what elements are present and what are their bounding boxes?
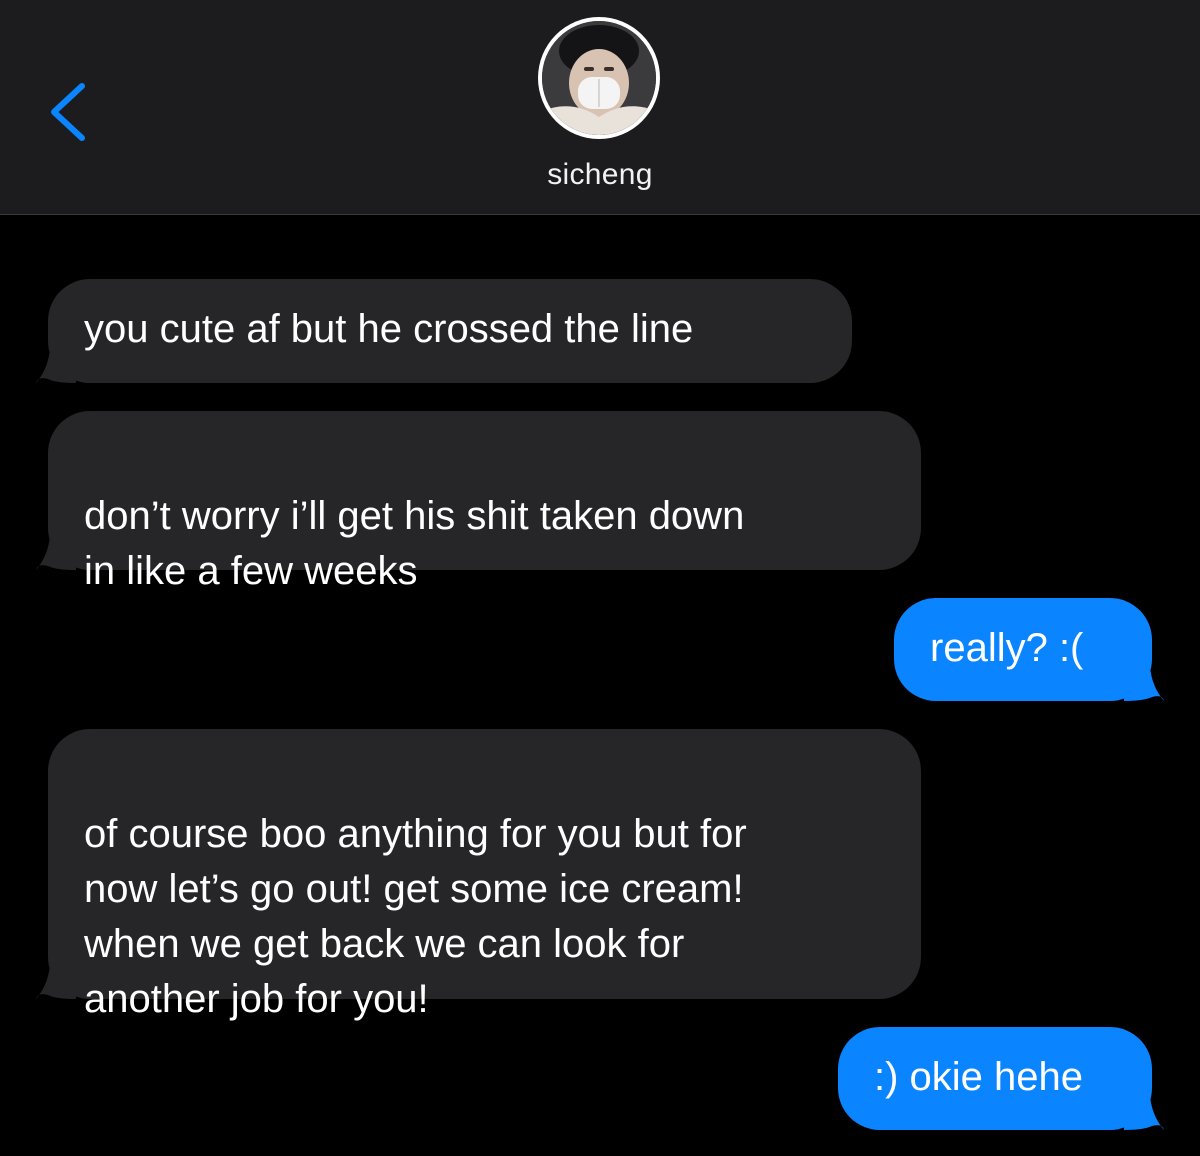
conversation-header: sicheng — [0, 0, 1200, 215]
bubble-tail — [36, 349, 76, 383]
message-bubble-received[interactable]: don’t worry i’ll get his shit taken down… — [36, 411, 921, 593]
contact-name[interactable]: sicheng — [0, 158, 1200, 192]
message-bubble-received[interactable]: of course boo anything for you but for n… — [36, 729, 921, 1021]
message-text: :) okie hehe — [874, 1055, 1084, 1099]
back-button[interactable] — [40, 72, 100, 152]
message-bubble-sent[interactable]: really? :( — [894, 598, 1164, 701]
message-text: of course boo anything for you but for n… — [84, 812, 747, 1021]
message-thread: you cute af but he crossed the line don’… — [0, 215, 1200, 1156]
message-text: don’t worry i’ll get his shit taken down… — [84, 494, 745, 593]
avatar-photo — [542, 21, 656, 135]
bubble-tail — [36, 536, 76, 570]
chevron-left-icon — [51, 83, 85, 141]
message-text: really? :( — [930, 626, 1084, 670]
message-text: you cute af but he crossed the line — [84, 307, 694, 351]
bubble-tail — [1124, 1096, 1164, 1130]
contact-avatar[interactable] — [538, 17, 660, 139]
message-bubble-received[interactable]: you cute af but he crossed the line — [36, 279, 852, 383]
message-bubble-sent[interactable]: :) okie hehe — [838, 1027, 1164, 1130]
bubble-tail — [36, 965, 76, 999]
bubble-tail — [1124, 667, 1164, 701]
